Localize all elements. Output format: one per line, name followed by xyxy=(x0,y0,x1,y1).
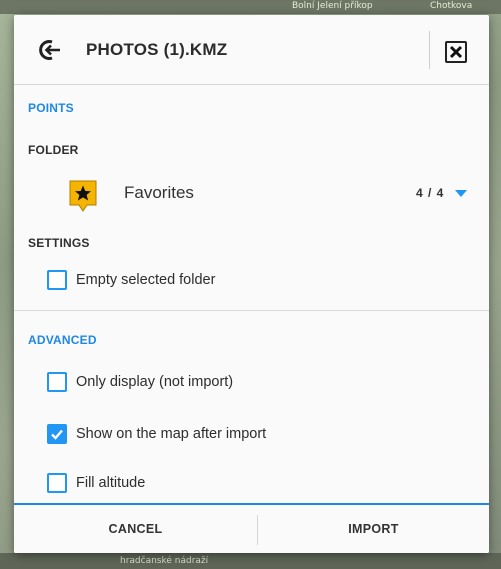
folder-selector[interactable]: Favorites 4 / 4 xyxy=(14,165,489,225)
folder-count: 4 / 4 xyxy=(416,186,445,200)
dialog-title: PHOTOS (1).KMZ xyxy=(86,40,228,59)
map-bottom-strip xyxy=(0,553,501,569)
map-top-strip xyxy=(0,0,501,14)
checkmark-icon xyxy=(51,429,63,440)
import-dialog: PHOTOS (1).KMZ POINTS FOLDER Favorites 4… xyxy=(14,15,489,553)
only-display-option[interactable]: Only display (not import) xyxy=(14,365,489,399)
empty-folder-label: Empty selected folder xyxy=(76,272,216,288)
title-divider xyxy=(429,31,430,69)
fill-altitude-label: Fill altitude xyxy=(76,475,146,491)
dialog-titlebar: PHOTOS (1).KMZ xyxy=(14,15,489,85)
dialog-footer: CANCEL IMPORT xyxy=(14,503,489,553)
dropdown-arrow-icon[interactable] xyxy=(455,190,467,197)
points-section-header: POINTS xyxy=(28,101,74,115)
folder-name: Favorites xyxy=(124,183,194,202)
star-folder-icon xyxy=(69,180,97,212)
show-on-map-option[interactable]: Show on the map after import xyxy=(14,417,489,451)
import-button[interactable]: IMPORT xyxy=(258,505,489,553)
show-on-map-label: Show on the map after import xyxy=(76,426,267,442)
cancel-button[interactable]: CANCEL xyxy=(14,505,257,553)
map-street-label-1: Bolní Jelení příkop xyxy=(292,1,373,11)
import-icon xyxy=(39,40,60,60)
settings-label: SETTINGS xyxy=(28,236,90,250)
only-display-label: Only display (not import) xyxy=(76,374,234,390)
fill-altitude-checkbox[interactable] xyxy=(47,473,67,493)
fill-altitude-option[interactable]: Fill altitude xyxy=(14,466,489,500)
close-button[interactable] xyxy=(445,41,467,63)
map-street-label-2: Chotkova xyxy=(430,1,473,11)
map-street-label-bottom: hradčanské nádraží xyxy=(120,556,209,566)
section-divider xyxy=(14,310,489,311)
only-display-checkbox[interactable] xyxy=(47,372,67,392)
advanced-section-header: ADVANCED xyxy=(28,333,97,347)
close-icon xyxy=(449,45,463,59)
show-on-map-checkbox[interactable] xyxy=(47,424,67,444)
empty-folder-option[interactable]: Empty selected folder xyxy=(14,263,489,297)
folder-label: FOLDER xyxy=(28,143,79,157)
empty-folder-checkbox[interactable] xyxy=(47,270,67,290)
